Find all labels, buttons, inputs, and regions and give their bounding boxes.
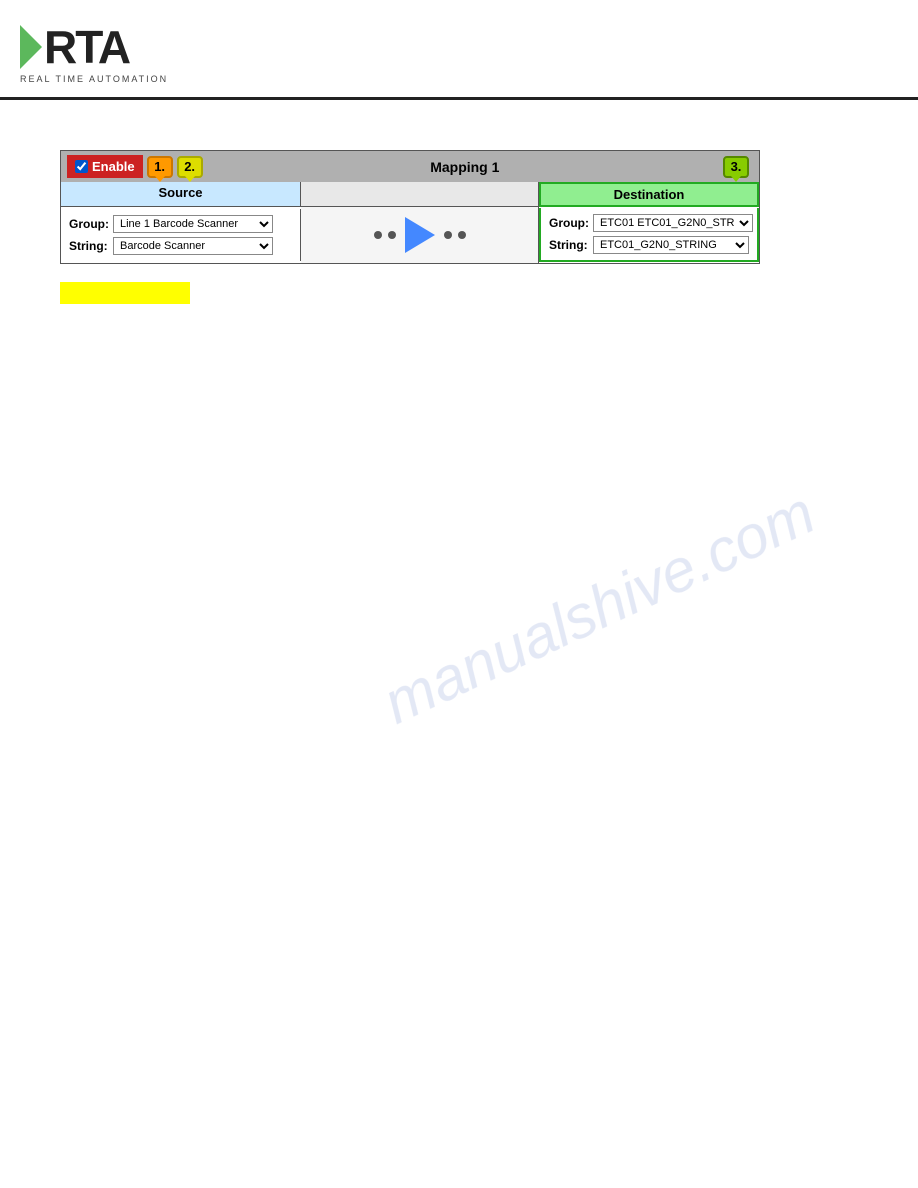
logo: RTA REAL TIME AUTOMATION [20, 24, 168, 84]
logo-text: RTA [44, 24, 129, 70]
badge-3: 3. [723, 156, 749, 178]
dest-string-select[interactable]: ETC01_G2N0_STRING [593, 236, 749, 254]
destination-fields: Group: ETC01 ETC01_G2N0_STRIN String: ET… [539, 208, 759, 262]
dot-3 [444, 231, 452, 239]
badge-1: 1. [147, 156, 173, 178]
dest-string-row: String: ETC01_G2N0_STRING [549, 236, 749, 254]
dot-1 [374, 231, 382, 239]
dot-4 [458, 231, 466, 239]
mapping-columns-header: Source Destination [61, 182, 759, 207]
source-group-select[interactable]: Line 1 Barcode Scanner [113, 215, 273, 233]
yellow-highlight-bar [60, 282, 190, 304]
source-string-row: String: Barcode Scanner [69, 237, 292, 255]
source-string-select[interactable]: Barcode Scanner [113, 237, 273, 255]
page-header: RTA REAL TIME AUTOMATION [0, 0, 918, 100]
middle-header [301, 182, 539, 207]
watermark: manualshive.com [373, 478, 825, 738]
source-group-row: Group: Line 1 Barcode Scanner [69, 215, 292, 233]
mapping-data-row: Group: Line 1 Barcode Scanner String: Ba… [61, 207, 759, 263]
source-string-label: String: [69, 239, 109, 253]
logo-graphic: RTA [20, 24, 129, 70]
arrow-right-icon [405, 217, 435, 253]
source-header: Source [61, 182, 301, 207]
mapping-title-row: Enable 1. 2. Mapping 1 3. [61, 151, 759, 182]
destination-header: Destination [539, 182, 759, 207]
dest-string-label: String: [549, 238, 589, 252]
enable-label: Enable [92, 159, 135, 174]
enable-container[interactable]: Enable [67, 155, 143, 178]
source-group-label: Group: [69, 217, 109, 231]
dest-group-select[interactable]: ETC01 ETC01_G2N0_STRIN [593, 214, 753, 232]
dest-group-label: Group: [549, 216, 589, 230]
badge-2: 2. [177, 156, 203, 178]
dest-group-row: Group: ETC01 ETC01_G2N0_STRIN [549, 214, 749, 232]
main-content: Enable 1. 2. Mapping 1 3. Source Destina… [0, 100, 918, 334]
middle-arrow-area [301, 207, 539, 263]
logo-subtitle: REAL TIME AUTOMATION [20, 74, 168, 84]
logo-arrow-icon [20, 25, 42, 69]
source-fields: Group: Line 1 Barcode Scanner String: Ba… [61, 209, 301, 261]
mapping-container: Enable 1. 2. Mapping 1 3. Source Destina… [60, 150, 760, 264]
dot-2 [388, 231, 396, 239]
mapping-title: Mapping 1 [207, 159, 723, 175]
enable-checkbox[interactable] [75, 160, 88, 173]
